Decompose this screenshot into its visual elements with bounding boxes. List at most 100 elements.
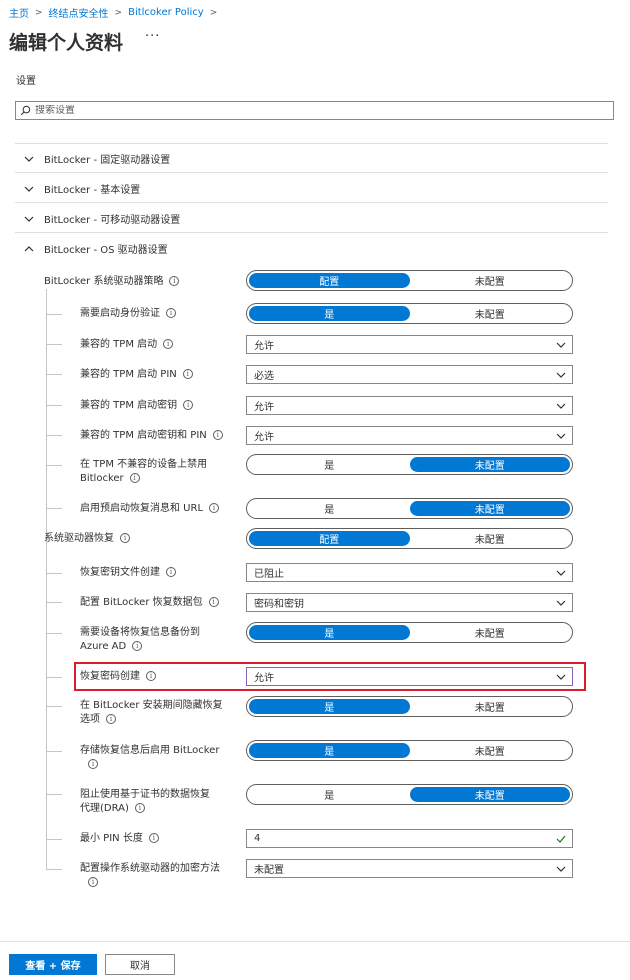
search-icon <box>20 105 31 116</box>
tpm-startup-dropdown[interactable]: 允许 <box>246 335 573 354</box>
info-icon[interactable]: i <box>120 533 130 543</box>
divider <box>15 202 608 203</box>
breadcrumb: 主页 > 终结点安全性 > Bitlcoker Policy > <box>9 5 223 20</box>
info-icon[interactable]: i <box>208 597 219 607</box>
setting-label: BitLocker 系统驱动器策略 i <box>44 275 180 289</box>
review-save-button[interactable]: 查看 + 保存 <box>9 954 97 975</box>
encryption-method-dropdown[interactable]: 未配置 <box>246 859 573 878</box>
info-icon[interactable]: i <box>182 369 193 379</box>
tree-connector <box>46 435 62 436</box>
tpm-startup-key-pin-dropdown[interactable]: 允许 <box>246 426 573 445</box>
toggle-option-not-configured[interactable]: 未配置 <box>410 273 571 288</box>
info-icon[interactable]: i <box>166 308 176 318</box>
setting-label: 兼容的 TPM 启动密钥和 PIN i <box>80 429 223 443</box>
breadcrumb-policy-link[interactable]: Bitlcoker Policy <box>128 7 204 18</box>
toggle-option-not-configured[interactable]: 未配置 <box>409 457 570 472</box>
section-os-drive[interactable]: BitLocker - OS 驱动器设置 <box>24 241 168 256</box>
preboot-recovery-message-toggle[interactable]: 是 未配置 <box>246 498 573 519</box>
info-icon[interactable]: i <box>88 759 98 769</box>
toggle-option-not-configured[interactable]: 未配置 <box>410 531 571 546</box>
info-icon[interactable]: i <box>148 833 159 843</box>
breadcrumb-endpoint-security-link[interactable]: 终结点安全性 <box>49 5 109 20</box>
breadcrumb-home-link[interactable]: 主页 <box>9 5 29 20</box>
enable-after-store-recovery-toggle[interactable]: 是 未配置 <box>246 740 573 761</box>
chevron-up-icon <box>24 245 34 251</box>
search-box[interactable] <box>15 101 614 120</box>
setting-label: 在 TPM 不兼容的设备上禁用 Bitlocker i <box>80 459 208 484</box>
block-dra-toggle[interactable]: 是 未配置 <box>246 784 573 805</box>
tree-connector <box>46 751 62 752</box>
tpm-startup-key-dropdown[interactable]: 允许 <box>246 396 573 415</box>
toggle-option-yes[interactable]: 是 <box>249 787 410 802</box>
info-icon[interactable]: i <box>166 567 176 577</box>
setting-label: 启用预启动恢复消息和 URL i <box>80 502 220 516</box>
require-startup-auth-toggle[interactable]: 是 未配置 <box>246 303 573 324</box>
setting-label: 阻止使用基于证书的数据恢复 代理(DRA) i <box>80 789 210 814</box>
toggle-option-not-configured[interactable]: 未配置 <box>410 625 571 640</box>
toggle-option-not-configured[interactable]: 未配置 <box>410 743 571 758</box>
setting-label: 存储恢复信息后启用 BitLocker i <box>80 745 220 769</box>
section-label: BitLocker - 基本设置 <box>44 185 141 196</box>
tree-connector <box>46 794 62 795</box>
hide-recovery-options-toggle[interactable]: 是 未配置 <box>246 696 573 717</box>
toggle-option-configure[interactable]: 配置 <box>249 531 410 546</box>
toggle-option-not-configured[interactable]: 未配置 <box>409 501 570 516</box>
tree-connector <box>46 465 62 466</box>
toggle-option-not-configured[interactable]: 未配置 <box>410 306 571 321</box>
setting-label: 恢复密钥文件创建 i <box>80 566 176 580</box>
info-icon[interactable]: i <box>183 400 194 410</box>
settings-heading: 设置 <box>16 76 36 87</box>
toggle-option-yes[interactable]: 是 <box>249 501 410 516</box>
toggle-option-yes[interactable]: 是 <box>249 306 410 321</box>
setting-label: 配置 BitLocker 恢复数据包 i <box>80 596 219 610</box>
toggle-option-yes[interactable]: 是 <box>249 743 410 758</box>
search-input[interactable] <box>35 105 595 116</box>
setting-label: 需要设备将恢复信息备份到 Azure AD i <box>80 627 200 652</box>
chevron-down-icon <box>556 866 566 872</box>
system-drive-recovery-toggle[interactable]: 配置 未配置 <box>246 528 573 549</box>
info-icon[interactable]: i <box>129 473 140 483</box>
tree-connector <box>46 374 62 375</box>
section-label: BitLocker - 可移动驱动器设置 <box>44 215 181 226</box>
toggle-option-not-configured[interactable]: 未配置 <box>410 699 571 714</box>
info-icon[interactable]: i <box>169 276 180 286</box>
cancel-button[interactable]: 取消 <box>105 954 175 975</box>
tree-connector <box>46 677 62 678</box>
section-removable-drive[interactable]: BitLocker - 可移动驱动器设置 <box>24 211 180 226</box>
info-icon[interactable]: i <box>132 641 143 651</box>
info-icon[interactable]: i <box>209 503 220 513</box>
toggle-option-yes[interactable]: 是 <box>249 699 410 714</box>
recovery-package-dropdown[interactable]: 密码和密钥 <box>246 593 573 612</box>
info-icon[interactable]: i <box>212 430 223 440</box>
setting-label: 兼容的 TPM 启动 PIN i <box>80 368 193 382</box>
recovery-password-dropdown[interactable]: 允许 <box>246 667 573 686</box>
info-icon[interactable]: i <box>146 671 156 681</box>
tree-connector <box>46 314 62 315</box>
divider <box>15 143 608 144</box>
chevron-down-icon <box>556 372 566 378</box>
system-drive-policy-toggle[interactable]: 配置 未配置 <box>246 270 573 291</box>
toggle-option-not-configured[interactable]: 未配置 <box>409 787 570 802</box>
backup-to-azure-ad-toggle[interactable]: 是 未配置 <box>246 622 573 643</box>
info-icon[interactable]: i <box>88 877 98 887</box>
info-icon[interactable]: i <box>106 714 116 724</box>
section-base[interactable]: BitLocker - 基本设置 <box>24 181 140 196</box>
info-icon[interactable]: i <box>134 803 145 813</box>
toggle-option-yes[interactable]: 是 <box>249 457 410 472</box>
checkmark-icon <box>556 835 566 843</box>
tree-connector <box>46 839 62 840</box>
info-icon[interactable]: i <box>163 339 174 349</box>
more-options-button[interactable]: ··· <box>145 29 160 44</box>
section-label: BitLocker - 固定驱动器设置 <box>44 155 171 166</box>
toggle-option-yes[interactable]: 是 <box>249 625 410 640</box>
toggle-option-configure[interactable]: 配置 <box>249 273 410 288</box>
chevron-down-icon <box>24 156 34 162</box>
section-fixed-drive[interactable]: BitLocker - 固定驱动器设置 <box>24 151 170 166</box>
setting-label: 配置操作系统驱动器的加密方法 i <box>80 863 220 887</box>
setting-label: 恢复密码创建 i <box>80 670 156 684</box>
min-pin-length-input[interactable]: 4 <box>246 829 573 848</box>
tpm-startup-pin-dropdown[interactable]: 必选 <box>246 365 573 384</box>
recovery-key-file-dropdown[interactable]: 已阻止 <box>246 563 573 582</box>
tree-connector <box>46 548 47 870</box>
disable-on-incompatible-tpm-toggle[interactable]: 是 未配置 <box>246 454 573 475</box>
